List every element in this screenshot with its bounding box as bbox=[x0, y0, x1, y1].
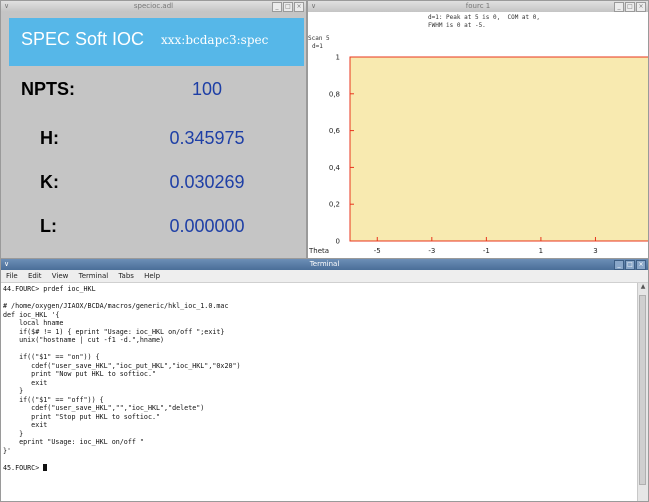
y-tick-label: 0,6 bbox=[329, 127, 341, 135]
y-tick-label: 0 bbox=[336, 238, 340, 246]
terminal-line: 44.FOURC> prdef ioc_HKL bbox=[3, 285, 96, 293]
menu-help[interactable]: Help bbox=[144, 272, 160, 280]
terminal-line: print "Stop put HKL to softioc." bbox=[3, 412, 161, 421]
npts-row: NPTS: 100 bbox=[1, 79, 306, 109]
terminal-line: eprint "Usage: ioc_HKL on/off " bbox=[3, 438, 144, 446]
maximize-icon[interactable]: □ bbox=[625, 260, 635, 270]
maximize-icon[interactable]: □ bbox=[283, 2, 293, 12]
menu-file[interactable]: File bbox=[6, 272, 18, 280]
minimize-icon[interactable]: _ bbox=[272, 2, 282, 12]
scroll-up-icon[interactable]: ▲ bbox=[638, 283, 648, 292]
scrollbar-thumb[interactable] bbox=[639, 295, 646, 485]
terminal-line: 45.FOURC> bbox=[3, 463, 636, 473]
k-label: K: bbox=[40, 172, 59, 192]
h-label: H: bbox=[40, 128, 59, 148]
y-tick-label: 1 bbox=[336, 54, 340, 62]
y-tick-label: 0,2 bbox=[329, 201, 340, 209]
h-value: 0.345975 bbox=[169, 128, 245, 148]
y-tick-label: 0,4 bbox=[329, 164, 341, 172]
terminal-cursor bbox=[43, 463, 48, 471]
terminal-line: print "Now put HKL to softioc." bbox=[3, 370, 156, 378]
terminal-menubar: File Edit View Terminal Tabs Help bbox=[1, 270, 648, 283]
close-icon[interactable]: × bbox=[636, 260, 646, 270]
x-tick-label: 3 bbox=[593, 247, 597, 255]
menu-terminal[interactable]: Terminal bbox=[79, 272, 109, 280]
terminal-line: cdef("user_save_HKL","ioc_put_HKL","ioc_… bbox=[3, 361, 241, 370]
x-tick-label: -1 bbox=[483, 247, 490, 255]
x-tick-label: -3 bbox=[428, 247, 435, 255]
terminal-line: local hname bbox=[3, 319, 64, 327]
menu-view[interactable]: View bbox=[52, 272, 69, 280]
ioc-title: SPEC Soft IOC bbox=[21, 29, 145, 49]
specioc-titlebar[interactable]: ∨ specioc.adl _ □ × bbox=[1, 1, 306, 12]
specioc-window: ∨ specioc.adl _ □ × SPEC Soft IOC xxx:bcda… bbox=[0, 0, 307, 263]
plot-xlabel: Theta bbox=[308, 247, 329, 255]
x-tick-label: -5 bbox=[374, 247, 381, 255]
terminal-line: } bbox=[3, 387, 24, 395]
terminal-line: cdef("user_save_HKL","","ioc_HKL","delet… bbox=[3, 404, 205, 412]
terminal-line: def ioc_HKL '{ bbox=[3, 310, 60, 319]
npts-value: 100 bbox=[191, 79, 223, 99]
terminal-titlebar[interactable]: ∨ Terminal _ □ × bbox=[1, 259, 648, 270]
plot-area bbox=[349, 56, 648, 242]
plot-window: ∨ fourc 1 _ □ × d=1: Peak at 5 is 0, COM a… bbox=[307, 0, 649, 263]
ioc-pv-prefix: xxx:bcdapc3:spec bbox=[161, 33, 269, 47]
terminal-line: if(("$1" == "off")) { bbox=[3, 395, 104, 404]
y-tick-label: 0,8 bbox=[329, 90, 340, 98]
terminal-line: }' bbox=[3, 446, 12, 455]
menu-edit[interactable]: Edit bbox=[28, 272, 42, 280]
l-value: 0.000000 bbox=[169, 216, 245, 236]
window-menu-icon[interactable]: ∨ bbox=[4, 259, 9, 270]
ioc-header-banner: SPEC Soft IOC xxx:bcdapc3:spec bbox=[9, 18, 304, 66]
terminal-line: if(("$1" == "on")) { bbox=[3, 353, 100, 361]
window-title: specioc.adl bbox=[133, 2, 174, 10]
terminal-scrollbar[interactable]: ▲ bbox=[637, 283, 648, 501]
x-tick-label: 1 bbox=[539, 247, 543, 255]
menu-tabs[interactable]: Tabs bbox=[118, 272, 134, 280]
close-icon[interactable]: × bbox=[294, 2, 304, 12]
terminal-line: unix("hostname | cut -f1 -d.",hname) bbox=[3, 336, 165, 344]
terminal-line: # /home/oxygen/JIAOX/BCDA/macros/generic… bbox=[3, 302, 229, 310]
terminal-output[interactable]: 44.FOURC> prdef ioc_HKL # /home/oxygen/JI… bbox=[3, 285, 636, 501]
terminal-line: exit bbox=[3, 378, 48, 387]
h-row: H: 0.345975 bbox=[1, 128, 306, 158]
npts-label: NPTS: bbox=[21, 79, 75, 99]
terminal-title: Terminal bbox=[309, 260, 340, 268]
k-row: K: 0.030269 bbox=[1, 172, 306, 202]
scan-plot: 0 0,2 0,4 0,6 0,8 1 -5 -3 -1 1 3 Theta bbox=[308, 54, 648, 255]
l-label: L: bbox=[40, 216, 57, 236]
l-row: L: 0.000000 bbox=[1, 216, 306, 246]
k-value: 0.030269 bbox=[169, 172, 245, 192]
terminal-line: exit bbox=[3, 421, 48, 429]
minimize-icon[interactable]: _ bbox=[614, 260, 624, 270]
terminal-line: } bbox=[3, 429, 24, 438]
terminal-window[interactable]: ∨ Terminal _ □ × File Edit View Terminal T… bbox=[0, 258, 649, 502]
window-menu-icon[interactable]: ∨ bbox=[4, 1, 9, 12]
terminal-line: if($# != 1) { eprint "Usage: ioc_HKL on/… bbox=[3, 327, 225, 336]
